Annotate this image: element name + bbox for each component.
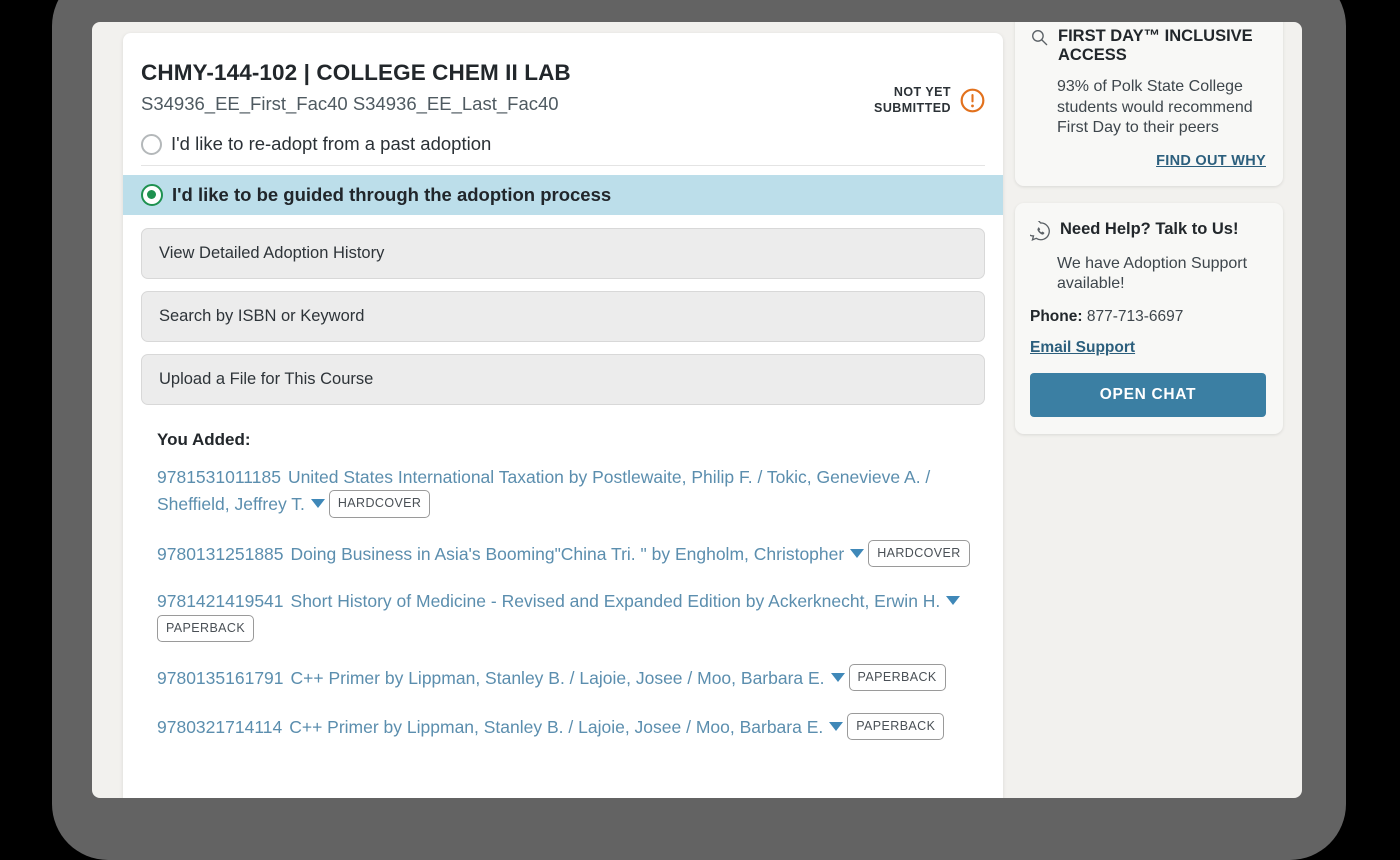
status-badge-label: NOT YET SUBMITTED xyxy=(874,85,951,116)
you-added-section: You Added: 9781531011185United States In… xyxy=(123,417,1003,741)
book-list-item: 9780131251885 Doing Business in Asia's Bo… xyxy=(157,540,985,567)
chevron-down-icon[interactable] xyxy=(831,673,845,682)
adoption-action-list: View Detailed Adoption History Search by… xyxy=(123,215,1003,405)
magnifier-icon xyxy=(1030,28,1049,47)
chevron-down-icon[interactable] xyxy=(946,596,960,605)
format-badge: PAPERBACK xyxy=(847,713,944,740)
book-title-link[interactable]: Doing Business in Asia's Booming"China T… xyxy=(291,544,845,564)
open-chat-button[interactable]: OPEN CHAT xyxy=(1030,373,1266,417)
chevron-down-icon[interactable] xyxy=(829,722,843,731)
email-support-link[interactable]: Email Support xyxy=(1030,339,1135,357)
format-badge: HARDCOVER xyxy=(868,540,969,567)
first-day-panel-body: 93% of Polk State College students would… xyxy=(1057,77,1266,138)
first-day-inclusive-access-panel: FIRST DAY™ INCLUSIVE ACCESS 93% of Polk … xyxy=(1015,22,1283,186)
right-sidebar: FIRST DAY™ INCLUSIVE ACCESS 93% of Polk … xyxy=(1015,22,1283,451)
book-title-link[interactable]: C++ Primer by Lippman, Stanley B. / Lajo… xyxy=(289,717,823,737)
book-list-item: 9780135161791 C++ Primer by Lippman, Stan… xyxy=(157,664,985,691)
panel-header: Need Help? Talk to Us! xyxy=(1030,220,1266,242)
view-adoption-history-button[interactable]: View Detailed Adoption History xyxy=(141,228,985,279)
book-list-item: 9780321714114 C++ Primer by Lippman, Stan… xyxy=(157,713,985,740)
course-adoption-card: CHMY-144-102 | COLLEGE CHEM II LAB S3493… xyxy=(123,33,1003,798)
card-header: CHMY-144-102 | COLLEGE CHEM II LAB S3493… xyxy=(123,33,1003,115)
book-isbn-link[interactable]: 9780131251885 xyxy=(157,544,284,564)
radio-option-guided-label: I'd like to be guided through the adopti… xyxy=(172,184,611,206)
page-title: CHMY-144-102 | COLLEGE CHEM II LAB xyxy=(141,59,985,86)
chevron-down-icon[interactable] xyxy=(311,499,325,508)
book-isbn-link[interactable]: 9780135161791 xyxy=(157,668,284,688)
search-isbn-keyword-button[interactable]: Search by ISBN or Keyword xyxy=(141,291,985,342)
book-title-link[interactable]: Short History of Medicine - Revised and … xyxy=(291,591,941,611)
book-title-link[interactable]: C++ Primer by Lippman, Stanley B. / Lajo… xyxy=(291,668,825,688)
page-viewport: CHMY-144-102 | COLLEGE CHEM II LAB S3493… xyxy=(92,22,1302,798)
help-panel-title: Need Help? Talk to Us! xyxy=(1060,220,1238,239)
status-badge: NOT YET SUBMITTED xyxy=(874,85,985,116)
radio-selected-icon[interactable] xyxy=(141,184,163,206)
book-isbn-link[interactable]: 9781421419541 xyxy=(157,591,284,611)
exclamation-circle-icon xyxy=(960,88,985,113)
book-isbn-link[interactable]: 9780321714114 xyxy=(157,717,282,737)
radio-option-readopt[interactable]: I'd like to re-adopt from a past adoptio… xyxy=(141,127,985,166)
chevron-down-icon[interactable] xyxy=(850,549,864,558)
support-phone-line: Phone: 877-713-6697 xyxy=(1030,308,1266,326)
phone-number: 877-713-6697 xyxy=(1087,308,1184,325)
book-isbn-link[interactable]: 9781531011185 xyxy=(157,467,281,487)
radio-unselected-icon[interactable] xyxy=(141,134,162,155)
phone-chat-icon xyxy=(1030,221,1051,242)
phone-label: Phone: xyxy=(1030,308,1083,325)
panel-header: FIRST DAY™ INCLUSIVE ACCESS xyxy=(1030,27,1266,65)
first-day-panel-title: FIRST DAY™ INCLUSIVE ACCESS xyxy=(1058,27,1266,65)
upload-file-button[interactable]: Upload a File for This Course xyxy=(141,354,985,405)
format-badge: PAPERBACK xyxy=(849,664,946,691)
need-help-panel: Need Help? Talk to Us! We have Adoption … xyxy=(1015,203,1283,434)
radio-option-guided[interactable]: I'd like to be guided through the adopti… xyxy=(123,175,1003,215)
find-out-why-link[interactable]: FIND OUT WHY xyxy=(1030,153,1266,169)
instructor-name: S34936_EE_First_Fac40 S34936_EE_Last_Fac… xyxy=(141,93,985,115)
format-badge: HARDCOVER xyxy=(329,490,430,517)
help-panel-body: We have Adoption Support available! xyxy=(1057,254,1266,295)
you-added-heading: You Added: xyxy=(157,430,985,450)
book-list-item: 9781531011185United States International… xyxy=(157,465,985,518)
book-list-item: 9781421419541 Short History of Medicine -… xyxy=(157,589,985,642)
format-badge: PAPERBACK xyxy=(157,615,254,642)
radio-option-readopt-label: I'd like to re-adopt from a past adoptio… xyxy=(171,133,491,155)
